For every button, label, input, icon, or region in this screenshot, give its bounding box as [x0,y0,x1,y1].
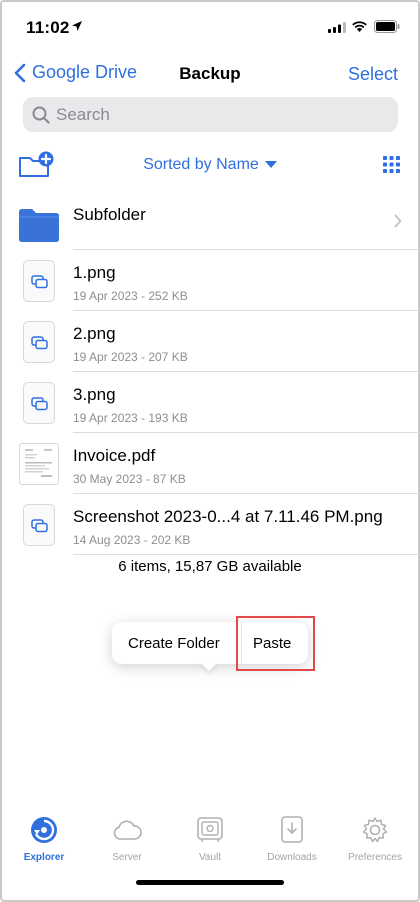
file-name: Invoice.pdf [73,446,156,465]
menu-pointer [200,662,218,671]
image-file-icon [18,258,60,304]
list-toolbar: Sorted by Name [0,148,420,184]
menu-divider [241,622,242,664]
chevron-right-icon [394,214,402,228]
sort-button[interactable]: Sorted by Name [0,156,420,174]
file-name: Screenshot 2023-0...4 at 7.11.46 PM.png [73,507,383,526]
folder-name: Subfolder [73,205,146,224]
list-item-file[interactable]: Screenshot 2023-0...4 at 7.11.46 PM.png … [0,494,420,555]
battery-icon [374,20,400,33]
tab-bar: Explorer Server Vault Downloads Preferen… [0,812,420,870]
download-icon [281,816,303,843]
image-file-icon [18,502,60,548]
create-folder-menu-item[interactable]: Create Folder [128,635,220,652]
explorer-icon [31,817,57,843]
home-indicator [136,880,284,885]
file-meta: 14 Aug 2023 - 202 KB [73,533,191,547]
image-file-icon [18,380,60,426]
status-bar: 11:02 [0,0,420,50]
location-arrow-icon [72,21,82,31]
tab-server[interactable]: Server [85,812,169,863]
grid-icon [383,156,400,173]
file-meta: 19 Apr 2023 - 193 KB [73,411,188,425]
file-name: 1.png [73,263,116,282]
search-input[interactable] [56,104,376,125]
cloud-icon [113,820,142,840]
file-name: 3.png [73,385,116,404]
list-item-folder[interactable]: Subfolder [0,190,420,250]
pdf-thumbnail-icon [18,441,60,487]
cellular-signal-icon [328,22,346,33]
tab-downloads[interactable]: Downloads [250,812,334,863]
image-file-icon [18,319,60,365]
gear-icon [362,817,388,843]
storage-summary: 6 items, 15,87 GB available [118,558,302,575]
wifi-icon [352,21,367,32]
grid-view-button[interactable] [383,156,400,178]
tab-label: Downloads [267,852,317,863]
vault-icon [197,817,223,842]
tab-label: Server [112,852,142,863]
tab-label: Preferences [348,852,402,863]
caret-down-icon [264,161,277,169]
context-menu: Create Folder Paste [112,622,308,671]
file-meta: 19 Apr 2023 - 252 KB [73,289,188,303]
file-list: Subfolder 1.png 19 Apr 2023 - 252 KB 2.p… [0,190,420,555]
file-meta: 19 Apr 2023 - 207 KB [73,350,188,364]
file-meta: 30 May 2023 - 87 KB [73,472,186,486]
list-item-file[interactable]: 1.png 19 Apr 2023 - 252 KB [0,250,420,311]
row-separator [73,554,420,555]
folder-icon [19,209,59,242]
status-time: 11:02 [26,18,70,37]
tab-preferences[interactable]: Preferences [333,812,417,863]
list-item-file[interactable]: 3.png 19 Apr 2023 - 193 KB [0,372,420,433]
sort-label: Sorted by Name [143,156,259,173]
tab-vault[interactable]: Vault [168,812,252,863]
list-item-file[interactable]: 2.png 19 Apr 2023 - 207 KB [0,311,420,372]
list-item-file[interactable]: Invoice.pdf 30 May 2023 - 87 KB [0,433,420,494]
select-button[interactable]: Select [348,64,398,85]
paste-menu-item[interactable]: Paste [253,635,291,652]
search-icon [32,106,50,124]
navigation-bar: Google Drive Backup Select [0,56,420,92]
tab-explorer[interactable]: Explorer [2,812,86,863]
tab-label: Explorer [23,852,65,863]
search-bar[interactable] [23,97,398,132]
file-name: 2.png [73,324,116,343]
tab-label: Vault [198,852,222,863]
